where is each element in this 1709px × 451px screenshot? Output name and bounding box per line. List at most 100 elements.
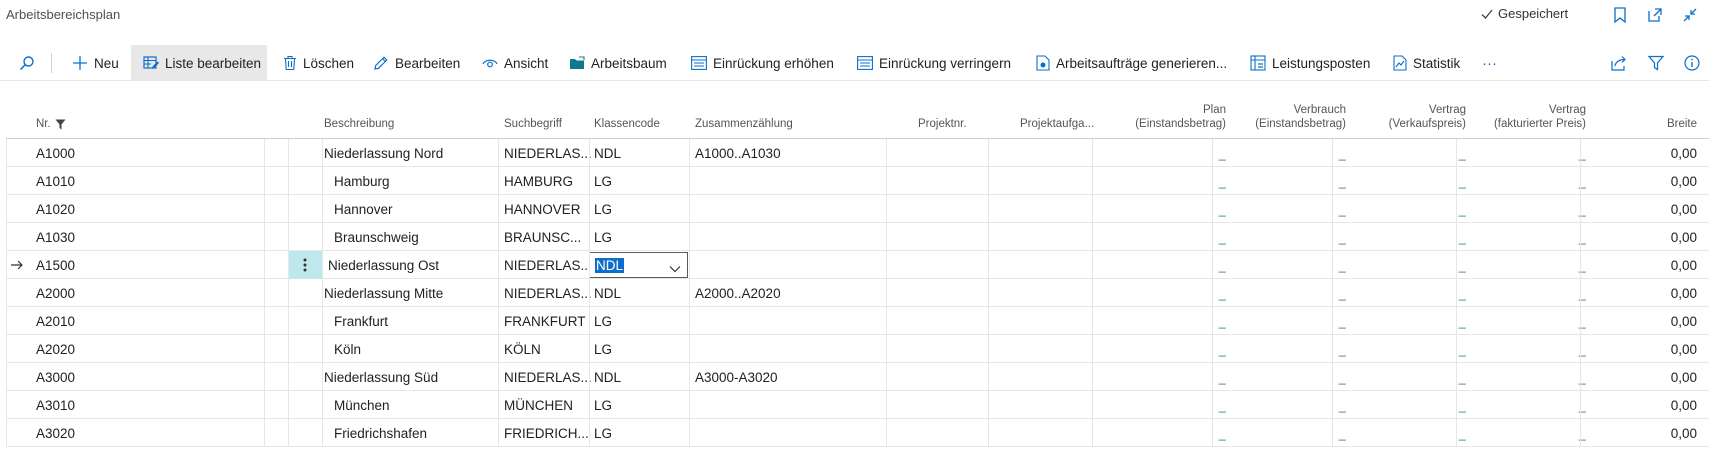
row-actions-cell[interactable] bbox=[288, 139, 322, 167]
bookmark-icon[interactable] bbox=[1610, 5, 1630, 25]
cell-totaling[interactable] bbox=[695, 223, 895, 251]
cell-plan[interactable]: _ bbox=[1124, 167, 1226, 195]
cell-usage[interactable]: _ bbox=[1242, 307, 1346, 335]
column-header-width[interactable]: Breite bbox=[1606, 97, 1697, 139]
column-header-plan[interactable]: Plan (Einstandsbetrag) bbox=[1124, 97, 1226, 139]
share-button[interactable] bbox=[1610, 45, 1628, 81]
ledger-entries-button[interactable]: Leistungsposten bbox=[1250, 45, 1370, 81]
row-actions-cell[interactable] bbox=[288, 167, 322, 195]
cell-class-code[interactable]: NDL bbox=[594, 279, 689, 307]
column-header-totaling[interactable]: Zusammenzählung bbox=[695, 97, 895, 139]
cell-class-code[interactable]: LG bbox=[594, 223, 689, 251]
cell-totaling[interactable] bbox=[695, 419, 895, 447]
column-header-project-task[interactable]: Projektaufga... bbox=[1020, 97, 1120, 139]
cell-totaling[interactable] bbox=[695, 195, 895, 223]
cell-invoiced[interactable]: _ bbox=[1476, 223, 1586, 251]
column-header-invoiced[interactable]: Vertrag (fakturierter Preis) bbox=[1476, 97, 1586, 139]
cell-class-code[interactable]: LG bbox=[594, 419, 689, 447]
cell-usage[interactable]: _ bbox=[1242, 363, 1346, 391]
cell-plan[interactable]: _ bbox=[1124, 335, 1226, 363]
cell-plan[interactable]: _ bbox=[1124, 419, 1226, 447]
cell-usage[interactable]: _ bbox=[1242, 223, 1346, 251]
cell-usage[interactable]: _ bbox=[1242, 139, 1346, 167]
cell-width[interactable]: 0,00 bbox=[1606, 251, 1697, 279]
cell-description[interactable]: München bbox=[324, 391, 504, 419]
table-row[interactable]: A3020 Friedrichshafen FRIEDRICH... LG _ _ _ _ 0,… bbox=[6, 419, 1709, 447]
cell-description[interactable]: Niederlassung Nord bbox=[324, 139, 504, 167]
table-row[interactable]: A1020 Hannover HANNOVER LG _ _ _ _ 0,00 bbox=[6, 195, 1709, 223]
generate-jobs-button[interactable]: Arbeitsaufträge generieren... bbox=[1036, 45, 1227, 81]
cell-description[interactable]: Friedrichshafen bbox=[324, 419, 504, 447]
cell-search-name[interactable]: NIEDERLAS... bbox=[504, 363, 594, 391]
cell-search-name[interactable]: FRANKFURT bbox=[504, 307, 594, 335]
cell-totaling[interactable]: A3000-A3020 bbox=[695, 363, 895, 391]
table-row[interactable]: A2000 Niederlassung Mitte NIEDERLAS... NDL A… bbox=[6, 279, 1709, 307]
cell-no[interactable]: A2010 bbox=[36, 307, 266, 335]
cell-usage[interactable]: _ bbox=[1242, 195, 1346, 223]
more-actions-button[interactable]: ··· bbox=[1482, 45, 1497, 81]
cell-usage[interactable]: _ bbox=[1242, 167, 1346, 195]
cell-width[interactable]: 0,00 bbox=[1606, 419, 1697, 447]
cell-description[interactable]: Hannover bbox=[324, 195, 504, 223]
cell-class-code[interactable]: NDL bbox=[594, 363, 689, 391]
cell-no[interactable]: A1020 bbox=[36, 195, 266, 223]
cell-class-code[interactable]: LG bbox=[594, 167, 689, 195]
cell-contract[interactable]: _ bbox=[1356, 391, 1466, 419]
cell-usage[interactable]: _ bbox=[1242, 391, 1346, 419]
cell-plan[interactable]: _ bbox=[1124, 251, 1226, 279]
cell-contract[interactable]: _ bbox=[1356, 419, 1466, 447]
cell-search-name[interactable]: KÖLN bbox=[504, 335, 594, 363]
table-row[interactable]: A2020 Köln KÖLN LG _ _ _ _ 0,00 bbox=[6, 335, 1709, 363]
cell-invoiced[interactable]: _ bbox=[1476, 279, 1586, 307]
cell-search-name[interactable]: NIEDERLAS... bbox=[504, 139, 594, 167]
column-header-contract[interactable]: Vertrag (Verkaufspreis) bbox=[1356, 97, 1466, 139]
row-actions-cell[interactable] bbox=[288, 391, 322, 419]
cell-invoiced[interactable]: _ bbox=[1476, 167, 1586, 195]
cell-no[interactable]: A1010 bbox=[36, 167, 266, 195]
cell-plan[interactable]: _ bbox=[1124, 279, 1226, 307]
cell-description[interactable]: Niederlassung Mitte bbox=[324, 279, 504, 307]
cell-width[interactable]: 0,00 bbox=[1606, 307, 1697, 335]
table-row[interactable]: A1030 Braunschweig BRAUNSC... LG _ _ _ _ 0,00 bbox=[6, 223, 1709, 251]
cell-usage[interactable]: _ bbox=[1242, 251, 1346, 279]
cell-invoiced[interactable]: _ bbox=[1476, 195, 1586, 223]
cell-class-code[interactable]: LG bbox=[594, 335, 689, 363]
column-header-project-no[interactable]: Projektnr. bbox=[918, 97, 1018, 139]
cell-width[interactable]: 0,00 bbox=[1606, 335, 1697, 363]
row-actions-cell[interactable] bbox=[288, 223, 322, 251]
cell-width[interactable]: 0,00 bbox=[1606, 139, 1697, 167]
table-row[interactable]: A1010 Hamburg HAMBURG LG _ _ _ _ 0,00 bbox=[6, 167, 1709, 195]
row-actions-cell[interactable] bbox=[288, 419, 322, 447]
cell-search-name[interactable]: MÜNCHEN bbox=[504, 391, 594, 419]
column-header-usage[interactable]: Verbrauch (Einstandsbetrag) bbox=[1242, 97, 1346, 139]
cell-plan[interactable]: _ bbox=[1124, 391, 1226, 419]
cell-search-name[interactable]: HAMBURG bbox=[504, 167, 594, 195]
cell-width[interactable]: 0,00 bbox=[1606, 391, 1697, 419]
cell-search-name[interactable]: NIEDERLAS... bbox=[504, 279, 594, 307]
cell-no[interactable]: A1000 bbox=[36, 139, 266, 167]
cell-usage[interactable]: _ bbox=[1242, 335, 1346, 363]
column-header-class-code[interactable]: Klassencode bbox=[594, 97, 689, 139]
row-actions-cell[interactable] bbox=[288, 335, 322, 363]
cell-totaling[interactable]: A2000..A2020 bbox=[695, 279, 895, 307]
info-button[interactable] bbox=[1684, 45, 1700, 81]
cell-class-code[interactable]: LG bbox=[594, 391, 689, 419]
cell-plan[interactable]: _ bbox=[1124, 139, 1226, 167]
table-row[interactable]: A3000 Niederlassung Süd NIEDERLAS... NDL A30… bbox=[6, 363, 1709, 391]
cell-search-name[interactable]: FRIEDRICH... bbox=[504, 419, 594, 447]
cell-width[interactable]: 0,00 bbox=[1606, 223, 1697, 251]
cell-description[interactable]: Niederlassung Ost bbox=[324, 251, 504, 279]
table-row[interactable]: A2010 Frankfurt FRANKFURT LG _ _ _ _ 0,00 bbox=[6, 307, 1709, 335]
cell-search-name[interactable]: NIEDERLAS... bbox=[504, 251, 594, 279]
cell-invoiced[interactable]: _ bbox=[1476, 139, 1586, 167]
new-button[interactable]: Neu bbox=[72, 45, 119, 81]
cell-totaling[interactable] bbox=[695, 251, 895, 279]
table-row[interactable]: A3010 München MÜNCHEN LG _ _ _ _ 0,00 bbox=[6, 391, 1709, 419]
column-header-no[interactable]: Nr. bbox=[36, 97, 236, 139]
cell-contract[interactable]: _ bbox=[1356, 363, 1466, 391]
cell-width[interactable]: 0,00 bbox=[1606, 195, 1697, 223]
cell-no[interactable]: A3010 bbox=[36, 391, 266, 419]
chevron-down-icon[interactable] bbox=[669, 261, 681, 276]
cell-no[interactable]: A1030 bbox=[36, 223, 266, 251]
column-header-search-name[interactable]: Suchbegriff bbox=[504, 97, 594, 139]
